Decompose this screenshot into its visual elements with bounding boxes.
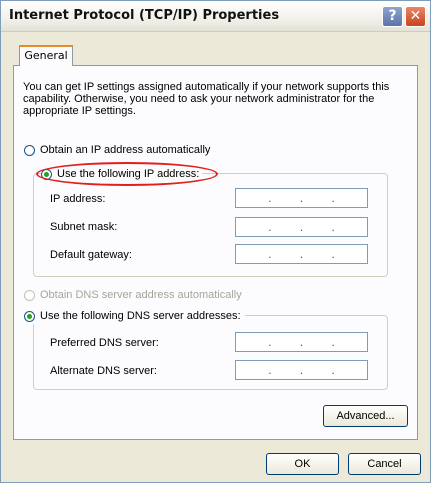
use-following-dns-radio[interactable]: Use the following DNS server addresses: bbox=[24, 308, 245, 324]
subnet-mask-input[interactable]: ... bbox=[235, 217, 368, 237]
ip-address-input[interactable]: ... bbox=[235, 188, 368, 208]
close-icon[interactable]: ✕ bbox=[405, 6, 426, 27]
window-title: Internet Protocol (TCP/IP) Properties bbox=[9, 8, 280, 23]
radio-indicator-checked bbox=[24, 310, 35, 322]
cancel-button[interactable]: Cancel bbox=[348, 453, 421, 475]
default-gateway-label: Default gateway: bbox=[50, 249, 132, 261]
obtain-ip-auto-label: Obtain an IP address automatically bbox=[40, 144, 211, 156]
tcpip-properties-dialog: Internet Protocol (TCP/IP) Properties ? … bbox=[0, 0, 431, 483]
title-bar[interactable]: Internet Protocol (TCP/IP) Properties ? … bbox=[1, 1, 430, 32]
obtain-dns-auto-radio[interactable]: Obtain DNS server address automatically bbox=[24, 287, 242, 303]
radio-indicator bbox=[24, 144, 35, 156]
intro-text: You can get IP settings assigned automat… bbox=[23, 81, 390, 117]
advanced-button[interactable]: Advanced... bbox=[323, 405, 408, 427]
highlight-ellipse bbox=[36, 162, 218, 186]
ip-address-label: IP address: bbox=[50, 193, 106, 205]
preferred-dns-input[interactable]: ... bbox=[235, 332, 368, 352]
obtain-ip-auto-radio[interactable]: Obtain an IP address automatically bbox=[24, 142, 210, 158]
help-icon[interactable]: ? bbox=[382, 6, 403, 27]
alternate-dns-label: Alternate DNS server: bbox=[50, 365, 157, 377]
default-gateway-input[interactable]: ... bbox=[235, 244, 368, 264]
obtain-dns-auto-label: Obtain DNS server address automatically bbox=[40, 289, 242, 301]
alternate-dns-input[interactable]: ... bbox=[235, 360, 368, 380]
preferred-dns-label: Preferred DNS server: bbox=[50, 337, 159, 349]
ok-button[interactable]: OK bbox=[266, 453, 339, 475]
subnet-mask-label: Subnet mask: bbox=[50, 221, 118, 233]
tab-general[interactable]: General bbox=[19, 45, 73, 66]
radio-indicator-disabled bbox=[24, 289, 35, 301]
use-following-dns-label: Use the following DNS server addresses: bbox=[40, 310, 241, 322]
